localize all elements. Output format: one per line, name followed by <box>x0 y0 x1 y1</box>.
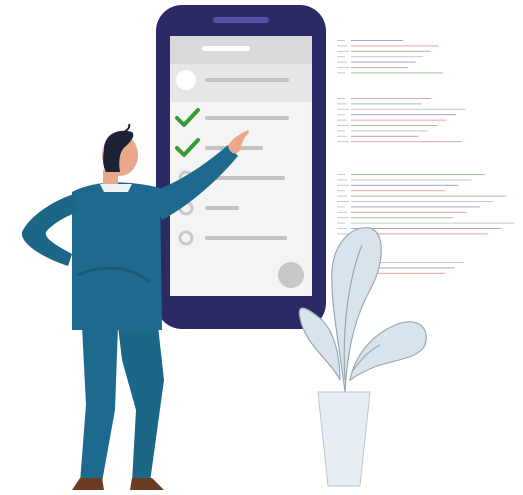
code-line <box>351 108 466 110</box>
code-line-number <box>337 135 347 137</box>
vase <box>317 391 371 487</box>
code-line-number <box>337 201 349 202</box>
code-line <box>351 135 419 137</box>
code-line-number <box>337 206 345 208</box>
code-line-number <box>337 190 345 192</box>
code-line-number <box>337 108 349 110</box>
code-line-number <box>337 222 345 224</box>
code-line <box>351 98 432 99</box>
code-line <box>351 195 507 197</box>
code-line <box>351 50 431 52</box>
code-line-number <box>337 72 345 74</box>
code-line <box>351 130 428 132</box>
code-line-number <box>337 56 345 58</box>
checklist-item-text-placeholder <box>205 116 289 120</box>
circle-button-icon[interactable] <box>278 262 304 288</box>
code-line-number <box>337 50 349 52</box>
code-line <box>351 56 424 58</box>
code-line <box>351 222 515 224</box>
right-leg <box>118 326 164 482</box>
code-line-number <box>337 40 345 41</box>
code-line <box>351 119 447 121</box>
code-line <box>351 125 438 126</box>
code-line-number <box>337 217 349 219</box>
code-line-number <box>337 125 349 126</box>
code-line-number <box>337 67 349 68</box>
code-line <box>351 40 404 41</box>
left-shoe <box>72 478 104 490</box>
code-line-number <box>337 174 345 175</box>
left-leg <box>80 326 118 482</box>
code-line-number <box>337 98 345 99</box>
code-line-number <box>337 211 347 213</box>
code-line-number <box>337 130 345 132</box>
illustration-canvas <box>21 5 515 490</box>
code-line <box>351 61 416 63</box>
shirt-collar <box>100 184 132 192</box>
code-line-number <box>337 184 349 186</box>
code-line <box>351 114 457 116</box>
code-line <box>351 67 408 68</box>
code-line <box>351 45 439 47</box>
right-shoe <box>130 478 164 490</box>
code-line-number <box>337 195 347 197</box>
code-line <box>351 206 480 208</box>
checklist-item-text-placeholder <box>205 206 239 210</box>
code-line <box>351 141 462 143</box>
code-line <box>351 174 485 175</box>
app-header-title-placeholder <box>202 46 250 51</box>
code-line-number <box>337 179 347 181</box>
smartphone <box>156 5 326 329</box>
code-line <box>351 72 444 74</box>
code-line-number <box>337 119 347 121</box>
code-line-number <box>337 141 349 143</box>
code-line <box>351 179 472 181</box>
phone-speaker <box>213 17 269 23</box>
checklist-item-text-placeholder <box>205 236 287 240</box>
profile-name-placeholder <box>205 78 289 82</box>
code-line-number <box>337 228 347 229</box>
left-arm-on-hip <box>21 194 78 266</box>
code-line-number <box>337 103 347 105</box>
code-line-number <box>337 114 345 116</box>
hair-tuft <box>123 123 131 133</box>
code-line-number <box>337 61 347 63</box>
code-line-number <box>337 233 349 235</box>
code-line <box>351 103 422 105</box>
code-line-number <box>337 45 347 47</box>
avatar <box>176 70 196 90</box>
code-line <box>351 217 454 219</box>
code-line <box>351 190 446 192</box>
code-line <box>351 211 467 213</box>
torso <box>72 182 162 330</box>
code-line <box>351 184 459 186</box>
code-line <box>351 201 493 202</box>
